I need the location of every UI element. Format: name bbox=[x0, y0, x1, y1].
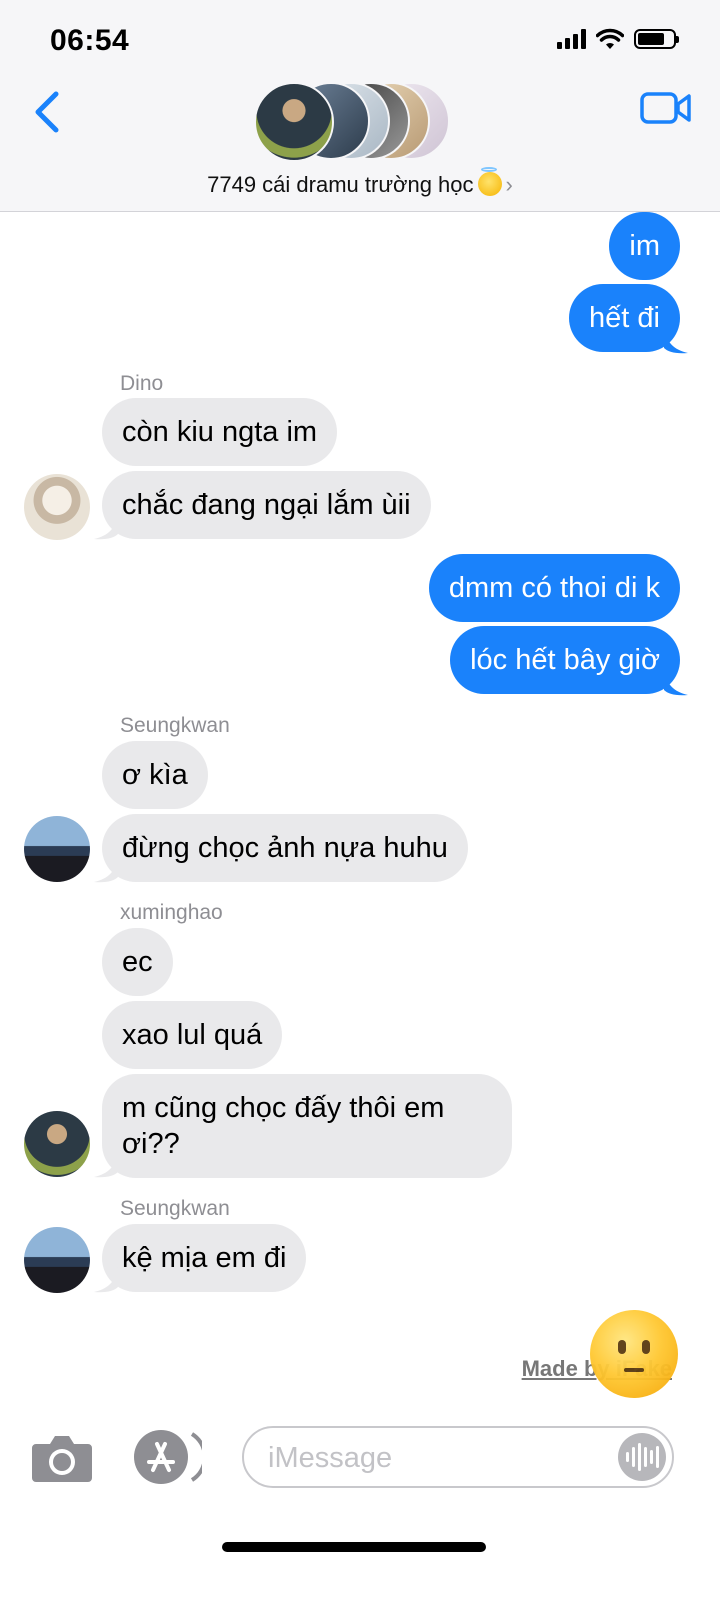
camera-button[interactable] bbox=[30, 1432, 94, 1484]
received-message-bubble[interactable]: xao lul quá bbox=[102, 1001, 283, 1069]
group-name-label: 7749 cái dramu trường học bbox=[207, 172, 474, 197]
message-line: m cũng chọc đấy thôi em bbox=[122, 1092, 445, 1124]
sent-message-bubble[interactable]: lóc hết bây giờ bbox=[450, 626, 680, 694]
sent-bubble-tail bbox=[664, 670, 688, 696]
received-bubble-tail bbox=[94, 1267, 118, 1293]
received-message-bubble[interactable]: m cũng chọc đấy thôi em ơi?? bbox=[102, 1074, 512, 1178]
received-bubble-tail bbox=[94, 514, 118, 540]
group-member-avatar bbox=[254, 82, 334, 162]
avatar-seungkwan[interactable] bbox=[24, 1227, 90, 1293]
received-message-bubble[interactable]: ơ kìa bbox=[102, 741, 208, 809]
received-bubble-tail bbox=[94, 1152, 118, 1178]
video-call-button[interactable] bbox=[640, 90, 692, 126]
smiling-halo-emoji-icon bbox=[477, 167, 502, 196]
received-message-bubble[interactable]: ec bbox=[102, 928, 173, 996]
sender-name: xuminghao bbox=[120, 901, 223, 924]
back-button[interactable] bbox=[28, 88, 68, 136]
avatar-xuminghao[interactable] bbox=[24, 1111, 90, 1177]
cellular-signal-icon bbox=[557, 29, 586, 49]
avatar-dino[interactable] bbox=[24, 474, 90, 540]
conversation-header: 06:54 7749 cái dramu trường học › bbox=[0, 0, 720, 212]
received-message-bubble[interactable]: chắc đang ngại lắm ùii bbox=[102, 471, 431, 539]
home-indicator[interactable] bbox=[222, 1542, 486, 1552]
status-time: 06:54 bbox=[50, 24, 130, 57]
received-message-bubble[interactable]: còn kiu ngta im bbox=[102, 398, 338, 466]
message-input-placeholder: iMessage bbox=[268, 1442, 393, 1474]
chevron-right-icon: › bbox=[505, 172, 513, 197]
message-line: ơi?? bbox=[122, 1128, 180, 1160]
avatar-seungkwan[interactable] bbox=[24, 816, 90, 882]
received-message-bubble[interactable]: đừng chọc ảnh nựa huhu bbox=[102, 814, 468, 882]
received-bubble-tail bbox=[94, 857, 118, 883]
sender-name: Dino bbox=[120, 372, 164, 395]
sent-message-bubble[interactable]: im bbox=[609, 212, 680, 280]
app-store-button[interactable] bbox=[132, 1428, 202, 1486]
sent-bubble-tail bbox=[664, 328, 688, 354]
message-input-field[interactable]: iMessage bbox=[242, 1426, 674, 1488]
group-name[interactable]: 7749 cái dramu trường học › bbox=[0, 167, 720, 198]
status-icons bbox=[557, 28, 679, 50]
group-avatar-stack[interactable] bbox=[254, 80, 454, 164]
sent-message-bubble[interactable]: dmm có thoi di k bbox=[428, 554, 680, 622]
received-message-bubble[interactable]: kệ mịa em đi bbox=[102, 1224, 307, 1292]
battery-icon bbox=[634, 29, 679, 49]
sender-name: Seungkwan bbox=[120, 1197, 230, 1220]
sender-name: Seungkwan bbox=[120, 714, 230, 737]
wifi-icon bbox=[596, 28, 624, 49]
neutral-face-emoji-sticker bbox=[590, 1310, 678, 1398]
audio-message-button[interactable] bbox=[618, 1433, 666, 1481]
